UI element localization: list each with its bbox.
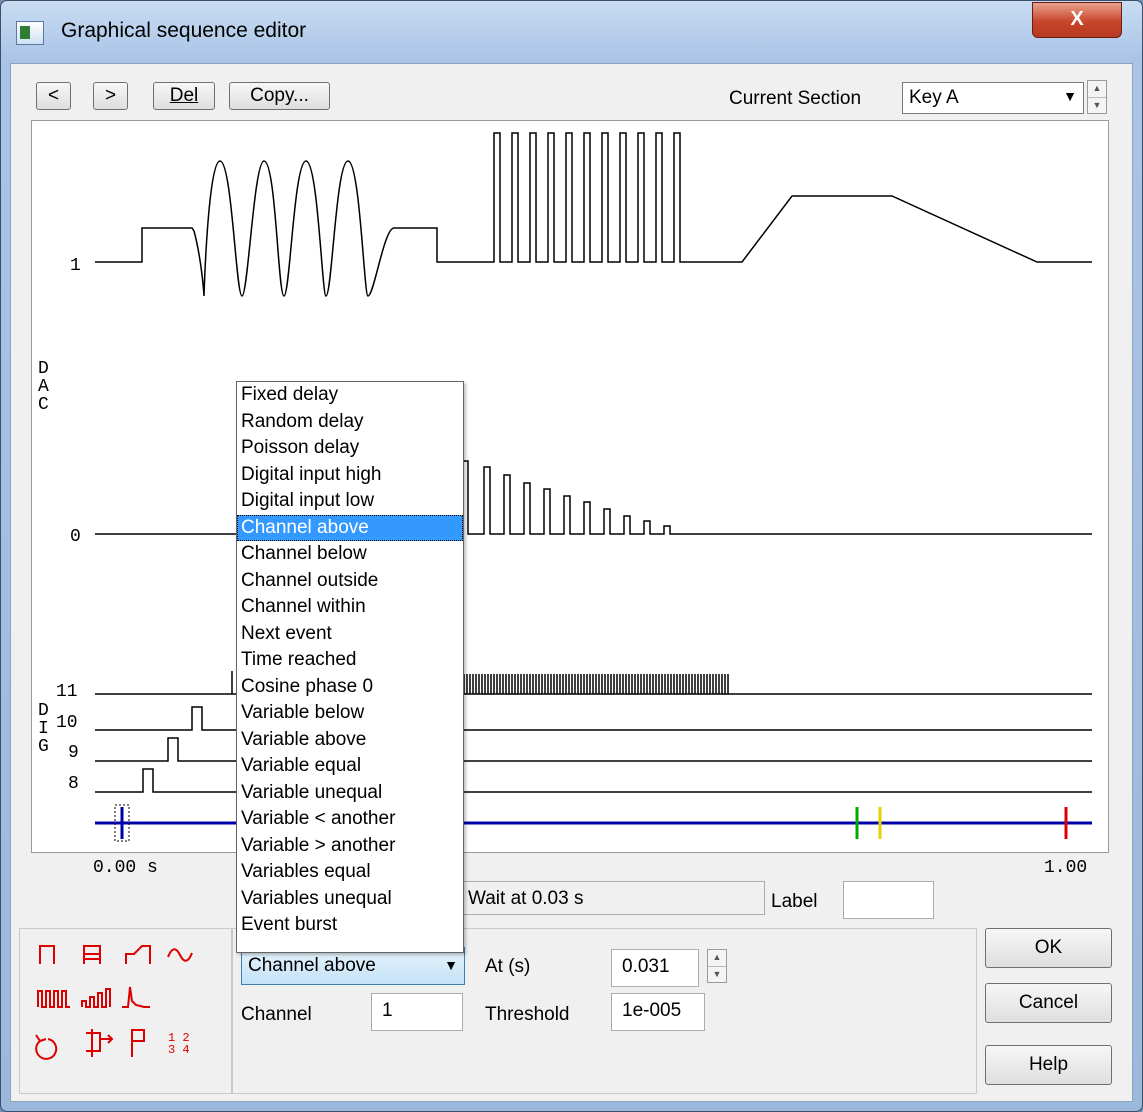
app-icon [16,21,44,45]
dropdown-option[interactable]: Event burst [237,912,463,939]
palette-icons: 1 2 3 4 [35,945,193,1060]
ok-button[interactable]: OK [985,928,1112,968]
previous-button[interactable]: < [36,82,71,110]
square-train-icon[interactable] [37,990,70,1008]
chevron-down-icon: ▼ [444,957,458,973]
dac-label-c: C [38,395,49,415]
sequence-graph-svg: D A C D I G 1 0 11 10 9 8 [38,132,1092,842]
delete-button[interactable]: Del [153,82,215,110]
dropdown-option[interactable]: Cosine phase 0 [237,674,463,701]
dropdown-option[interactable]: Variable equal [237,753,463,780]
dropdown-option[interactable]: Channel below [237,541,463,568]
dig-label-i: I [38,719,49,739]
dig-channel-10: 10 [56,713,78,733]
section-spinner[interactable]: ▲ ▼ [1087,80,1107,114]
sequence-graph[interactable]: D A C D I G 1 0 11 10 9 8 [31,120,1109,853]
dropdown-option[interactable]: Variable above [237,727,463,754]
dig11-burst [463,674,729,694]
dropdown-option[interactable]: Digital input high [237,462,463,489]
label-caption: Label [771,891,818,912]
dropdown-option[interactable]: Digital input low [237,488,463,515]
time-end-label: 1.00 [1044,858,1088,878]
title-bar[interactable]: Graphical sequence editor X [1,1,1142,63]
dropdown-option[interactable]: Variables equal [237,859,463,886]
threshold-label: Threshold [485,1004,570,1025]
loop-icon[interactable] [35,1034,58,1060]
sequence-editor-window: Graphical sequence editor X < > Del Copy… [0,0,1143,1112]
varying-train-icon[interactable] [81,988,111,1008]
dac-label-d: D [38,359,49,379]
next-button[interactable]: > [93,82,128,110]
step-description-text: Wait at 0.03 s [468,888,584,909]
dropdown-option[interactable]: Variable unequal [237,780,463,807]
channel-input[interactable]: 1 [371,993,463,1031]
current-section-value: Key A [909,87,959,108]
at-input[interactable]: 0.031 [611,949,699,987]
window-title: Graphical sequence editor [61,19,307,42]
pulse-icon[interactable] [39,945,55,964]
spin-down-icon[interactable]: ▼ [1088,97,1106,113]
chevron-down-icon: ▼ [1063,88,1077,104]
dropdown-option[interactable]: Random delay [237,409,463,436]
dig-channel-11: 11 [56,682,78,702]
at-spinner[interactable]: ▲ ▼ [707,949,727,983]
label-input[interactable] [843,881,934,919]
dropdown-option[interactable]: Fixed delay [237,382,463,409]
spin-down-icon[interactable]: ▼ [708,966,726,982]
ramp-icon[interactable] [125,945,151,964]
current-section-select[interactable]: Key A ▼ [902,82,1084,114]
dig-label-g: G [38,737,49,757]
spin-up-icon[interactable]: ▲ [708,950,726,966]
copy-button[interactable]: Copy... [229,82,330,110]
sine-icon[interactable] [167,948,193,962]
dropdown-option[interactable]: Channel above [237,514,463,541]
step-palette: 1 2 3 4 [19,928,232,1094]
condition-dropdown-list[interactable]: Fixed delay Random delay Poisson delay Digi… [236,381,464,953]
flag-icon[interactable] [131,1029,145,1057]
dropdown-option[interactable]: Time reached [237,647,463,674]
pulse-train-icon[interactable] [83,945,101,964]
time-start-label: 0.00 s [93,858,158,878]
arbitrary-icon[interactable] [122,986,150,1008]
dig-label-d: D [38,701,49,721]
dropdown-option[interactable]: Variable below [237,700,463,727]
channel-label: Channel [241,1004,312,1025]
dig-channel-9: 9 [68,743,79,763]
dropdown-option[interactable]: Channel within [237,594,463,621]
spin-up-icon[interactable]: ▲ [1088,81,1106,97]
dropdown-option[interactable]: Variables unequal [237,886,463,913]
dropdown-option[interactable]: Channel outside [237,568,463,595]
dropdown-option[interactable]: Next event [237,621,463,648]
dac-level-0: 0 [70,527,81,547]
dropdown-option[interactable]: Poisson delay [237,435,463,462]
dac-label-a: A [38,377,49,397]
dialog-client: < > Del Copy... Current Section Key A ▼ … [10,63,1133,1102]
close-button[interactable]: X [1032,2,1122,38]
current-section-label: Current Section [729,88,862,109]
dac-level-1: 1 [70,256,81,276]
branch-icon[interactable] [86,1029,114,1057]
condition-value: Channel above [248,955,376,976]
dropdown-option[interactable]: Variable < another [237,806,463,833]
svg-text:3 4: 3 4 [168,1043,190,1057]
step-description: Wait at 0.03 s [457,881,765,915]
cancel-button[interactable]: Cancel [985,983,1112,1023]
threshold-input[interactable]: 1e-005 [611,993,705,1031]
dig-channel-8: 8 [68,774,79,794]
help-button[interactable]: Help [985,1045,1112,1085]
dac1-waveform [95,132,1092,297]
dropdown-option[interactable]: Variable > another [237,833,463,860]
at-label: At (s) [485,956,531,977]
